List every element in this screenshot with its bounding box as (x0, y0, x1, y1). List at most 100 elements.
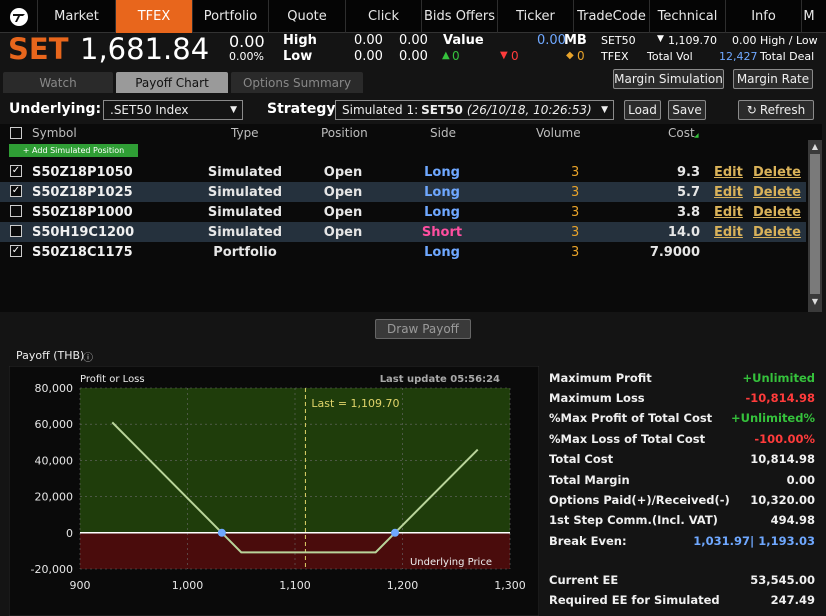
nav-tab-tfex[interactable]: TFEX (116, 0, 193, 33)
refresh-button[interactable]: ↻ Refresh (738, 100, 814, 120)
tab-options-summary[interactable]: Options Summary (231, 72, 363, 93)
underlying-select[interactable]: .SET50 Index ▼ (103, 100, 243, 120)
payoff-chart: 80,000 60,000 40,000 20,000 0 -20,000 900 1,000… (9, 366, 539, 616)
low-value: 0.00 (354, 49, 383, 64)
row-volume: 3 (571, 205, 580, 220)
stat-label: %Max Profit of Total Cost (549, 411, 713, 425)
app-logo-icon[interactable] (0, 0, 38, 33)
row-checkbox[interactable] (10, 225, 22, 237)
delete-link[interactable]: Delete (753, 205, 801, 220)
row-position: Open (323, 165, 363, 180)
select-all-checkbox[interactable] (10, 127, 22, 139)
table-header: Symbol Type Position Side Volume Cost ◢ (0, 124, 806, 142)
row-cost: 5.7 (676, 185, 700, 200)
strategy-select[interactable]: Simulated 1: SET50 (26/10/18, 10:26:53) … (335, 100, 614, 120)
stat-value: +Unlimited (742, 371, 816, 385)
nav-tab-ticker[interactable]: Ticker (498, 0, 574, 33)
stat-row: 1st Step Comm.(Incl. VAT) 494.98 (549, 513, 819, 533)
tfex-last: 1,109.70 (668, 34, 717, 47)
underlying-label: Underlying: (9, 101, 102, 117)
stat-row: %Max Loss of Total Cost -100.00% (549, 432, 819, 452)
tab-watch[interactable]: Watch (3, 72, 113, 93)
chevron-down-icon: ▼ (601, 105, 608, 115)
unchanged-count: 0 (577, 49, 585, 63)
delete-link[interactable]: Delete (753, 185, 801, 200)
table-scrollbar[interactable]: ▲ ▼ (808, 140, 822, 312)
row-cost: 14.0 (667, 225, 700, 240)
scroll-down-icon[interactable]: ▼ (810, 297, 820, 307)
delete-link[interactable]: Delete (753, 225, 801, 240)
tfex-down-icon: ▼ (657, 34, 664, 44)
scroll-thumb[interactable] (810, 154, 820, 294)
y-tick-label: 40,000 (35, 454, 74, 467)
row-volume: 3 (571, 225, 580, 240)
edit-link[interactable]: Edit (714, 165, 743, 180)
col-cost[interactable]: Cost (668, 126, 695, 140)
stat-value: 0.00 (786, 473, 815, 487)
strategy-index: SET50 (421, 103, 463, 117)
up-arrow-icon: ▲ (442, 50, 450, 61)
row-position: Open (323, 225, 363, 240)
stat-label: Current EE (549, 573, 619, 587)
nav-tab-technical[interactable]: Technical (650, 0, 726, 33)
high-value: 0.00 (354, 33, 383, 48)
stat-label: Total Margin (549, 473, 630, 487)
stat-value: 53,545.00 (750, 573, 815, 587)
draw-payoff-button[interactable]: Draw Payoff (375, 319, 471, 339)
table-row[interactable]: ✓ S50Z18C1175 Portfolio Long 3 7.9000 (0, 242, 806, 262)
index-change: 0.00 (229, 32, 265, 51)
margin-simulation-button[interactable]: Margin Simulation (613, 69, 724, 89)
stat-row: Total Cost 10,814.98 (549, 452, 819, 472)
tab-payoff-chart[interactable]: Payoff Chart (116, 72, 228, 93)
row-type: Portfolio (213, 245, 277, 260)
stat-label: Maximum Profit (549, 371, 652, 385)
row-type: Simulated (207, 165, 283, 180)
scroll-up-icon[interactable]: ▲ (810, 142, 820, 152)
payoff-title: Payoff (THB) (16, 349, 85, 362)
stat-value: 1,031.97| 1,193.03 (693, 534, 815, 548)
last-update-label: Last update 05:56:24 (380, 374, 500, 385)
underlying-value: .SET50 Index (110, 103, 189, 117)
nav-tab-portfolio[interactable]: Portfolio (193, 0, 269, 33)
stat-row: Total Margin 0.00 (549, 473, 819, 493)
chart-title: Profit or Loss (80, 374, 145, 385)
nav-tab-bids-offers[interactable]: Bids Offers (422, 0, 498, 33)
info-icon[interactable]: ⓘ (83, 349, 93, 364)
index-change-pct: 0.00% (229, 50, 264, 63)
x-tick-label: 1,300 (494, 579, 526, 592)
break-even-point (217, 528, 226, 537)
row-side: Long (424, 205, 460, 220)
table-row[interactable]: S50Z18P1000 Simulated Open Long 3 3.8 Ed… (0, 202, 806, 222)
nav-tab-more[interactable]: M (802, 0, 816, 33)
margin-rate-button[interactable]: Margin Rate (733, 69, 813, 89)
edit-link[interactable]: Edit (714, 185, 743, 200)
col-type: Type (231, 126, 259, 140)
nav-tab-tradecode[interactable]: TradeCode (574, 0, 650, 33)
row-checkbox[interactable]: ✓ (10, 165, 22, 177)
save-button[interactable]: Save (668, 100, 706, 120)
row-side: Long (424, 165, 460, 180)
row-checkbox[interactable] (10, 205, 22, 217)
row-checkbox[interactable]: ✓ (10, 245, 22, 257)
sub-tab-bar: Watch Payoff Chart Options Summary Margi… (0, 68, 826, 94)
add-simulated-position-button[interactable]: + Add Simulated Position (9, 144, 138, 157)
row-volume: 3 (571, 245, 580, 260)
table-row[interactable]: S50H19C1200 Simulated Open Short 3 14.0 … (0, 222, 806, 242)
nav-tab-quote[interactable]: Quote (269, 0, 346, 33)
delete-link[interactable]: Delete (753, 165, 801, 180)
edit-link[interactable]: Edit (714, 205, 743, 220)
high-low-label: High / Low (760, 34, 818, 47)
load-button[interactable]: Load (624, 100, 661, 120)
stat-label: Break Even: (549, 534, 627, 548)
nav-tab-click[interactable]: Click (346, 0, 422, 33)
table-row[interactable]: ✓ S50Z18P1050 Simulated Open Long 3 9.3 … (0, 162, 806, 182)
edit-link[interactable]: Edit (714, 225, 743, 240)
row-checkbox[interactable]: ✓ (10, 185, 22, 197)
nav-tab-info[interactable]: Info (726, 0, 802, 33)
row-side: Long (424, 185, 460, 200)
table-row[interactable]: ✓ S50Z18P1025 Simulated Open Long 3 5.7 … (0, 182, 806, 202)
nav-tab-market[interactable]: Market (38, 0, 116, 33)
total-deal-label: Total Deal (760, 50, 815, 63)
y-tick-label: 20,000 (35, 491, 74, 504)
strategy-timestamp: (26/10/18, 10:26:53) (466, 103, 592, 117)
